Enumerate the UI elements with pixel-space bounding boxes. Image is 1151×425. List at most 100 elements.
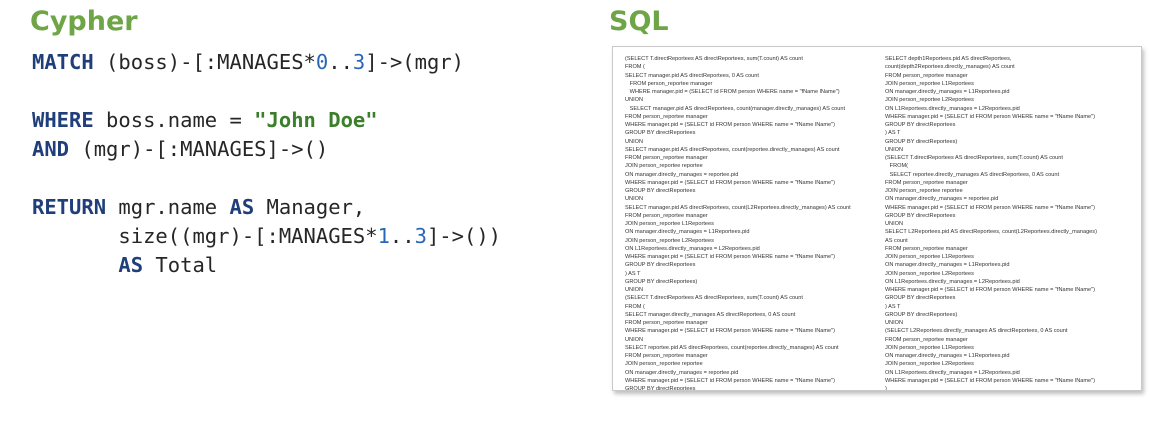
code-line: WHERE boss.name = "John Doe": [32, 106, 501, 135]
sql-line: AS count: [885, 237, 908, 244]
code-token: (mgr)-[:MANAGES]->(): [69, 137, 329, 161]
sql-line: FROM person_reportee manager: [625, 320, 708, 326]
sql-line: FROM person_reportee manager: [885, 245, 968, 252]
sql-line: SELECT manager.pid AS directReportees, c…: [625, 204, 851, 211]
sql-line: WHERE manager.pid = (SELECT id FROM pers…: [885, 113, 1095, 120]
code-keyword: AND: [32, 137, 70, 161]
sql-line: JOIN person_reportee L2Reportees: [625, 237, 714, 244]
sql-line: UNION: [885, 320, 904, 326]
sql-line: UNION: [625, 287, 644, 293]
sql-line: ) AS T: [625, 270, 641, 277]
sql-line: ON manager.directly_manages = reportee.p…: [885, 196, 999, 203]
sql-line: GROUP BY directReportees): [885, 311, 958, 318]
sql-line: count(depth2Reportees.directly_manages) …: [885, 64, 1015, 71]
sql-line: FROM person_reportee manager: [625, 155, 708, 161]
code-token: size((mgr)-[:MANAGES*: [32, 224, 378, 248]
sql-line: GROUP BY directReportees: [885, 122, 956, 128]
code-keyword: MATCH: [32, 50, 94, 74]
sql-line: UNION: [625, 336, 644, 343]
sql-line: ) AS T: [885, 303, 901, 310]
code-line: size((mgr)-[:MANAGES*1..3]->()): [32, 222, 501, 251]
code-number: 1: [377, 224, 390, 248]
sql-line: FROM person_reportee manager: [885, 336, 968, 343]
sql-line: UNION: [885, 221, 904, 227]
sql-line: WHERE manager.pid = (SELECT id FROM pers…: [625, 254, 835, 260]
sql-line: JOIN person_reportee L1Reportees: [625, 221, 714, 227]
code-token: mgr.name: [106, 195, 230, 219]
sql-line: WHERE manager.pid = (SELECT id FROM pers…: [625, 89, 840, 95]
sql-line: FROM person_reportee manager: [885, 179, 968, 186]
sql-line: JOIN person_reportee L1Reportees: [885, 344, 974, 351]
sql-line: ON manager.directly_manages = L1Reportee…: [885, 262, 1010, 269]
sql-line: (SELECT T.directReportees AS directRepor…: [625, 56, 803, 62]
sql-line: FROM person_reportee manager: [625, 212, 708, 219]
sql-line: ON manager.directly_manages = L1Reportee…: [885, 89, 1010, 95]
sql-line: (SELECT L2Reportees.directly_manages AS …: [885, 328, 1068, 335]
sql-line: ON manager.directly_manages = L1Reportee…: [885, 353, 1010, 359]
sql-column-left: (SELECT T.directReportees AS directRepor…: [625, 55, 875, 391]
sql-line: WHERE manager.pid = (SELECT id FROM pers…: [885, 204, 1095, 211]
sql-line: GROUP BY directReportees): [625, 278, 698, 285]
cypher-heading: Cypher: [30, 6, 138, 37]
sql-line: WHERE manager.pid = (SELECT id FROM pers…: [625, 122, 835, 128]
sql-line: ON manager.directly_manages = reportee.p…: [625, 171, 739, 178]
sql-line: FROM person_reportee manager: [625, 80, 713, 87]
code-token: (boss)-[:MANAGES*: [93, 50, 316, 74]
sql-line: SELECT manager.pid AS directReportees, 0…: [625, 72, 759, 79]
sql-line: WHERE manager.pid = (SELECT id FROM pers…: [885, 287, 1095, 293]
sql-line: JOIN person_reportee L1Reportees: [885, 254, 974, 260]
sql-line: SELECT manager.directly_manages AS direc…: [625, 311, 796, 318]
sql-line: FROM person_reportee manager: [625, 353, 708, 359]
code-token: ..: [389, 224, 415, 248]
code-token: boss.name =: [93, 108, 255, 132]
sql-line: FROM(: [885, 163, 908, 170]
sql-line: SELECT reportee.directly_manages AS dire…: [885, 171, 1060, 178]
code-keyword: AS: [118, 253, 144, 277]
code-number: 3: [414, 224, 427, 248]
sql-line: WHERE manager.pid = (SELECT id FROM pers…: [625, 328, 835, 335]
sql-line: GROUP BY directReportees: [625, 386, 696, 391]
sql-line: SELECT manager.pid AS directReportees, c…: [625, 146, 840, 153]
sql-line: JOIN person_reportee L2Reportees: [885, 97, 974, 104]
sql-line: FROM (: [625, 64, 645, 71]
sql-line: FROM person_reportee manager: [885, 72, 968, 79]
sql-line: JOIN person_reportee L1Reportees: [885, 80, 974, 87]
sql-code-panel: (SELECT T.directReportees AS directRepor…: [612, 46, 1142, 391]
sql-line: ON manager.directly_manages = reportee.p…: [625, 369, 739, 376]
sql-line: GROUP BY directReportees: [625, 262, 696, 269]
sql-line: (SELECT T.directReportees AS directRepor…: [625, 295, 803, 302]
code-line: AND (mgr)-[:MANAGES]->(): [32, 135, 501, 164]
sql-line: JOIN person_reportee L2Reportees: [885, 270, 974, 277]
sql-line: GROUP BY directReportees: [885, 212, 956, 219]
sql-line: ON manager.directly_manages = L1Reportee…: [625, 229, 750, 236]
sql-line: UNION: [625, 196, 644, 203]
sql-line: WHERE manager.pid = (SELECT id FROM pers…: [625, 179, 835, 186]
sql-line: JOIN person_reportee reportee: [625, 163, 703, 170]
sql-column-right: SELECT depth1Reportees.pid AS directRepo…: [885, 55, 1135, 390]
sql-line: ON L1Reportees.directly_manages = L2Repo…: [885, 105, 1020, 112]
sql-heading: SQL: [609, 6, 669, 37]
code-token: Manager,: [254, 195, 366, 219]
sql-line: UNION: [625, 138, 644, 145]
sql-line: GROUP BY directReportees): [885, 138, 958, 145]
sql-line: SELECT L2Reportees.pid AS directReportee…: [885, 229, 1097, 236]
cypher-code-block: MATCH (boss)-[:MANAGES*0..3]->(mgr) WHERE…: [32, 48, 501, 280]
sql-line: UNION: [625, 97, 644, 104]
code-keyword: AS: [229, 195, 255, 219]
sql-line: ON L1Reportees.directly_manages = L2Repo…: [885, 278, 1020, 285]
sql-line: GROUP BY directReportees: [885, 295, 956, 302]
sql-line: WHERE manager.pid = (SELECT id FROM pers…: [885, 377, 1095, 384]
code-token: ]->(mgr): [365, 50, 465, 74]
sql-line: FROM person_reportee manager: [625, 113, 708, 120]
code-token: Total: [143, 253, 218, 277]
code-line: MATCH (boss)-[:MANAGES*0..3]->(mgr): [32, 48, 501, 77]
code-line: RETURN mgr.name AS Manager,: [32, 193, 501, 222]
sql-line: JOIN person_reportee L2Reportees: [885, 361, 974, 368]
sql-line: (SELECT T.directReportees AS directRepor…: [885, 155, 1063, 161]
sql-line: ON L1Reportees.directly_manages = L2Repo…: [885, 369, 1020, 376]
sql-line: SELECT depth1Reportees.pid AS directRepo…: [885, 56, 1012, 62]
code-token: ..: [328, 50, 353, 74]
